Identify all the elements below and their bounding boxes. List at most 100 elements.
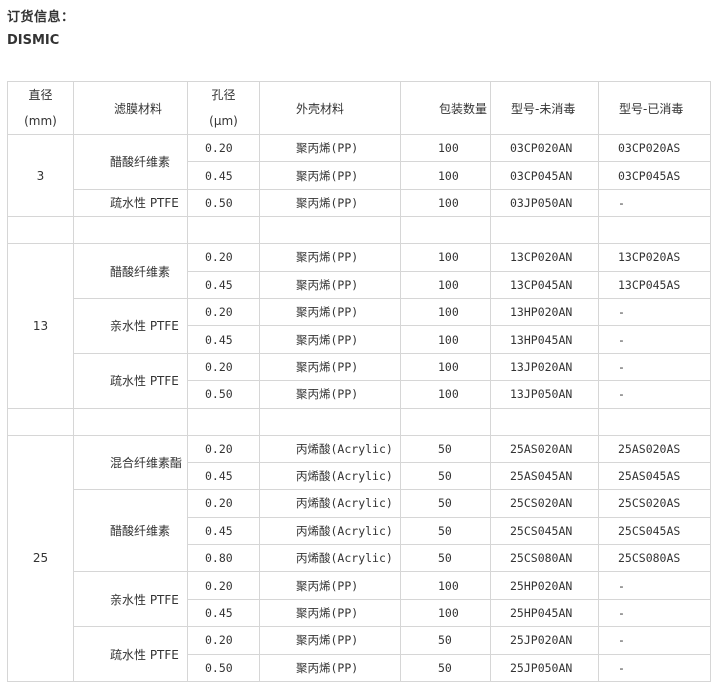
membrane-cell: 疏水性 PTFE bbox=[73, 626, 188, 683]
model-nonsterile-cell: 25JP020AN bbox=[490, 626, 599, 655]
diameter-cell: 25 bbox=[7, 434, 74, 683]
spacer-row bbox=[7, 216, 711, 245]
model-nonsterile-cell: 25CS020AN bbox=[490, 489, 599, 518]
model-sterile-header: 型号-已消毒 bbox=[598, 81, 711, 135]
model-nonsterile-cell: 13CP020AN bbox=[490, 243, 599, 272]
housing-cell: 聚丙烯(PP) bbox=[259, 133, 401, 163]
pore-header-line1: 孔径 bbox=[211, 88, 236, 102]
housing-cell: 丙烯酸(Acrylic) bbox=[259, 516, 401, 546]
spacer-cell bbox=[598, 216, 711, 245]
housing-cell: 聚丙烯(PP) bbox=[259, 161, 401, 190]
pore-cell: 0.20 bbox=[187, 626, 260, 655]
spacer-cell bbox=[73, 216, 188, 245]
qty-cell: 100 bbox=[400, 380, 491, 409]
model-nonsterile-cell: 25HP020AN bbox=[490, 571, 599, 600]
spacer-cell bbox=[7, 216, 74, 245]
model-sterile-cell: - bbox=[598, 626, 711, 655]
housing-cell: 聚丙烯(PP) bbox=[259, 380, 401, 409]
housing-cell: 聚丙烯(PP) bbox=[259, 598, 401, 628]
model-sterile-cell: 25CS045AS bbox=[598, 516, 711, 546]
model-sterile-cell: - bbox=[598, 598, 711, 628]
spacer-row bbox=[7, 407, 711, 436]
pore-cell: 0.20 bbox=[187, 571, 260, 600]
housing-cell: 聚丙烯(PP) bbox=[259, 653, 401, 683]
housing-cell: 丙烯酸(Acrylic) bbox=[259, 434, 401, 463]
qty-cell: 50 bbox=[400, 434, 491, 463]
spacer-cell bbox=[400, 407, 491, 436]
qty-cell: 100 bbox=[400, 352, 491, 382]
diameter-header-line2: (mm) bbox=[24, 114, 57, 128]
qty-cell: 100 bbox=[400, 297, 491, 327]
brand-name: DISMIC bbox=[7, 33, 60, 48]
pore-cell: 0.45 bbox=[187, 598, 260, 628]
qty-cell: 50 bbox=[400, 544, 491, 573]
model-nonsterile-cell: 25HP045AN bbox=[490, 598, 599, 628]
qty-cell: 50 bbox=[400, 516, 491, 546]
pore-cell: 0.45 bbox=[187, 270, 260, 299]
model-sterile-cell: 03CP020AS bbox=[598, 133, 711, 163]
model-sterile-cell: 13CP045AS bbox=[598, 270, 711, 299]
model-sterile-cell: - bbox=[598, 352, 711, 382]
model-sterile-cell: - bbox=[598, 325, 711, 354]
qty-cell: 50 bbox=[400, 489, 491, 518]
qty-cell: 100 bbox=[400, 161, 491, 190]
pore-cell: 0.20 bbox=[187, 297, 260, 327]
model-nonsterile-cell: 03JP050AN bbox=[490, 188, 599, 218]
qty-cell: 50 bbox=[400, 461, 491, 491]
model-sterile-cell: 03CP045AS bbox=[598, 161, 711, 190]
qty-cell: 100 bbox=[400, 270, 491, 299]
pore-cell: 0.20 bbox=[187, 489, 260, 518]
model-nonsterile-cell: 03CP020AN bbox=[490, 133, 599, 163]
model-nonsterile-cell: 13JP050AN bbox=[490, 380, 599, 409]
pore-header: 孔径 (μm) bbox=[187, 81, 260, 135]
qty-cell: 100 bbox=[400, 243, 491, 272]
housing-cell: 聚丙烯(PP) bbox=[259, 188, 401, 218]
pore-cell: 0.50 bbox=[187, 188, 260, 218]
table-row: 13 醋酸纤维素 0.20 聚丙烯(PP) 100 13CP020AN 13CP020AS bbox=[7, 243, 711, 409]
housing-cell: 聚丙烯(PP) bbox=[259, 626, 401, 655]
membrane-cell: 醋酸纤维素 bbox=[73, 243, 188, 299]
model-sterile-cell: 25AS045AS bbox=[598, 461, 711, 491]
model-nonsterile-cell: 25AS020AN bbox=[490, 434, 599, 463]
model-nonsterile-cell: 13HP045AN bbox=[490, 325, 599, 354]
table-row: 疏水性 PTFE 0.20 聚丙烯(PP) 100 13JP020AN - bbox=[8, 352, 711, 409]
model-nonsterile-cell: 03CP045AN bbox=[490, 161, 599, 190]
table-row: 25 混合纤维素酯 0.20 丙烯酸(Acrylic) 50 25AS020AN 25AS0… bbox=[7, 434, 711, 683]
table-row: 醋酸纤维素 0.20 丙烯酸(Acrylic) 50 25CS020AN 25CS020A… bbox=[8, 489, 711, 573]
model-sterile-cell: 25CS080AS bbox=[598, 544, 711, 573]
qty-cell: 100 bbox=[400, 571, 491, 600]
spacer-cell bbox=[187, 216, 260, 245]
qty-cell: 50 bbox=[400, 626, 491, 655]
table-row: 3 醋酸纤维素 0.20 聚丙烯(PP) 100 03CP020AN 03CP020AS bbox=[7, 133, 711, 218]
spacer-cell bbox=[598, 407, 711, 436]
model-nonsterile-header: 型号-未消毒 bbox=[490, 81, 599, 135]
model-sterile-cell: - bbox=[598, 380, 711, 409]
model-sterile-cell: - bbox=[598, 571, 711, 600]
pore-header-line2: (μm) bbox=[209, 114, 238, 128]
pore-cell: 0.45 bbox=[187, 461, 260, 491]
housing-cell: 丙烯酸(Acrylic) bbox=[259, 461, 401, 491]
qty-cell: 100 bbox=[400, 325, 491, 354]
housing-cell: 丙烯酸(Acrylic) bbox=[259, 544, 401, 573]
qty-cell: 100 bbox=[400, 598, 491, 628]
diameter-header-line1: 直径 bbox=[28, 88, 53, 102]
model-sterile-cell: 25CS020AS bbox=[598, 489, 711, 518]
housing-cell: 聚丙烯(PP) bbox=[259, 243, 401, 272]
model-nonsterile-cell: 25JP050AN bbox=[490, 653, 599, 683]
housing-cell: 聚丙烯(PP) bbox=[259, 571, 401, 600]
membrane-cell: 醋酸纤维素 bbox=[73, 134, 188, 190]
table-row: 亲水性 PTFE 0.20 聚丙烯(PP) 100 25HP020AN - bbox=[8, 571, 711, 628]
membrane-header: 滤膜材料 bbox=[73, 81, 188, 135]
spacer-cell bbox=[259, 216, 401, 245]
spacer-cell bbox=[73, 407, 188, 436]
pore-cell: 0.20 bbox=[187, 352, 260, 382]
housing-header: 外壳材料 bbox=[259, 81, 401, 135]
pore-cell: 0.20 bbox=[187, 243, 260, 272]
model-nonsterile-cell: 25AS045AN bbox=[490, 461, 599, 491]
pore-cell: 0.50 bbox=[187, 653, 260, 683]
qty-header: 包装数量 bbox=[400, 81, 491, 135]
model-sterile-cell: - bbox=[598, 653, 711, 683]
order-table: 直径 (mm) 滤膜材料 孔径 (μm) 外壳材料 包装数量 型号-未消毒 型号… bbox=[7, 81, 711, 683]
membrane-cell: 亲水性 PTFE bbox=[73, 571, 188, 628]
housing-cell: 聚丙烯(PP) bbox=[259, 297, 401, 327]
